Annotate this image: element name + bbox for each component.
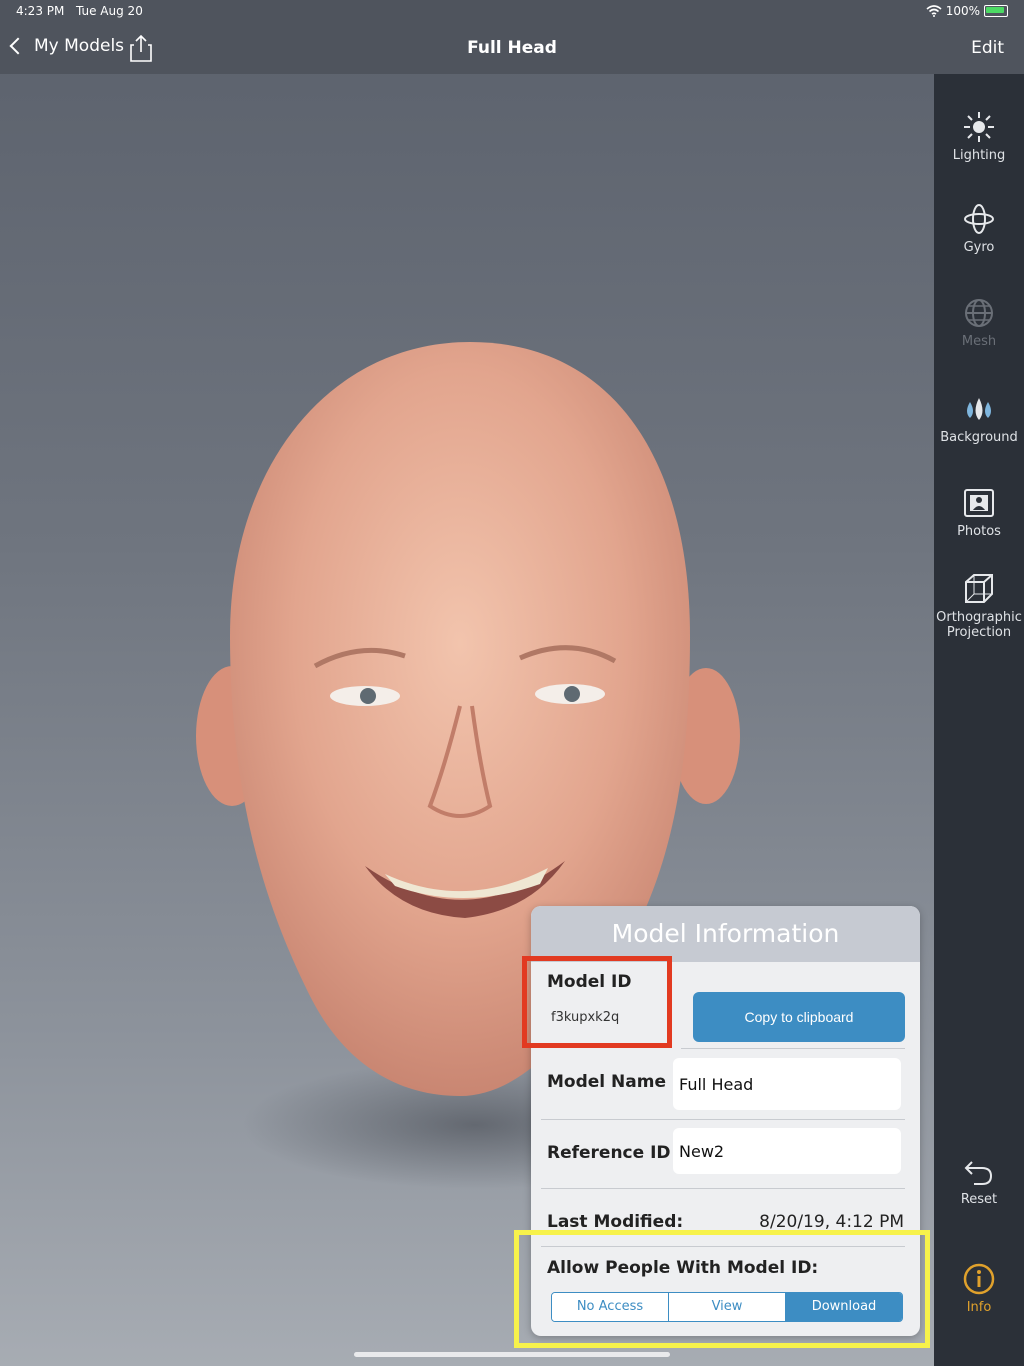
battery-icon [984, 5, 1008, 17]
panel-title: Model Information [531, 906, 920, 962]
undo-icon [964, 1161, 993, 1185]
edit-button[interactable]: Edit [971, 38, 1004, 58]
home-indicator[interactable] [354, 1352, 670, 1357]
cube-icon [965, 574, 993, 603]
info-icon [963, 1263, 995, 1295]
model-id-highlight [522, 956, 672, 1048]
globe-mesh-icon [965, 299, 993, 327]
copy-to-clipboard-button[interactable]: Copy to clipboard [693, 992, 905, 1042]
sidebar-item-photos[interactable]: Photos [934, 486, 1024, 539]
gyro-icon [964, 204, 994, 234]
sidebar-label: Photos [957, 524, 1001, 539]
sidebar-label: Lighting [952, 148, 1006, 163]
divider [541, 1119, 905, 1120]
reference-id-label: Reference ID [547, 1143, 671, 1163]
divider [681, 1048, 905, 1049]
sun-icon [964, 112, 994, 142]
sidebar-label: Background [940, 430, 1018, 445]
status-date: Tue Aug 20 [76, 4, 143, 18]
sidebar-label: Gyro [963, 240, 995, 255]
model-name-label: Model Name [547, 1072, 666, 1092]
divider [541, 1188, 905, 1189]
photo-frame-icon [964, 489, 994, 517]
last-modified-value: 8/20/19, 4:12 PM [759, 1212, 904, 1232]
wifi-icon [926, 5, 942, 17]
sidebar-label: Reset [960, 1192, 998, 1207]
model-name-field[interactable]: Full Head [673, 1058, 901, 1110]
sidebar-item-lighting[interactable]: Lighting [934, 110, 1024, 163]
page-title: Full Head [467, 38, 557, 58]
sidebar-item-gyro[interactable]: Gyro [934, 202, 1024, 255]
sidebar-item-mesh[interactable]: Mesh [934, 296, 1024, 349]
sidebar-label: Info [966, 1300, 992, 1315]
navigation-bar: 4:23 PM Tue Aug 20 100% My Models Full H… [0, 0, 1024, 74]
drops-icon [967, 398, 991, 420]
sidebar-item-reset[interactable]: Reset [934, 1154, 1024, 1207]
sidebar-label: Mesh [961, 334, 997, 349]
sidebar-label-line2: Projection [946, 625, 1012, 640]
battery-percent: 100% [945, 4, 980, 18]
reference-id-field[interactable]: New2 [673, 1128, 901, 1174]
sidebar-item-background[interactable]: Background [934, 392, 1024, 445]
sidebar-label: Orthographic [936, 610, 1022, 625]
tool-sidebar: Lighting Gyro Mesh Background Photos Ort… [934, 74, 1024, 1366]
status-right: 100% [926, 4, 1008, 18]
sidebar-item-info[interactable]: Info [934, 1262, 1024, 1315]
last-modified-label: Last Modified: [547, 1212, 684, 1232]
sidebar-item-orthographic-projection[interactable]: Orthographic Projection [934, 572, 1024, 640]
access-highlight [514, 1230, 930, 1348]
status-time: 4:23 PM [16, 4, 65, 18]
